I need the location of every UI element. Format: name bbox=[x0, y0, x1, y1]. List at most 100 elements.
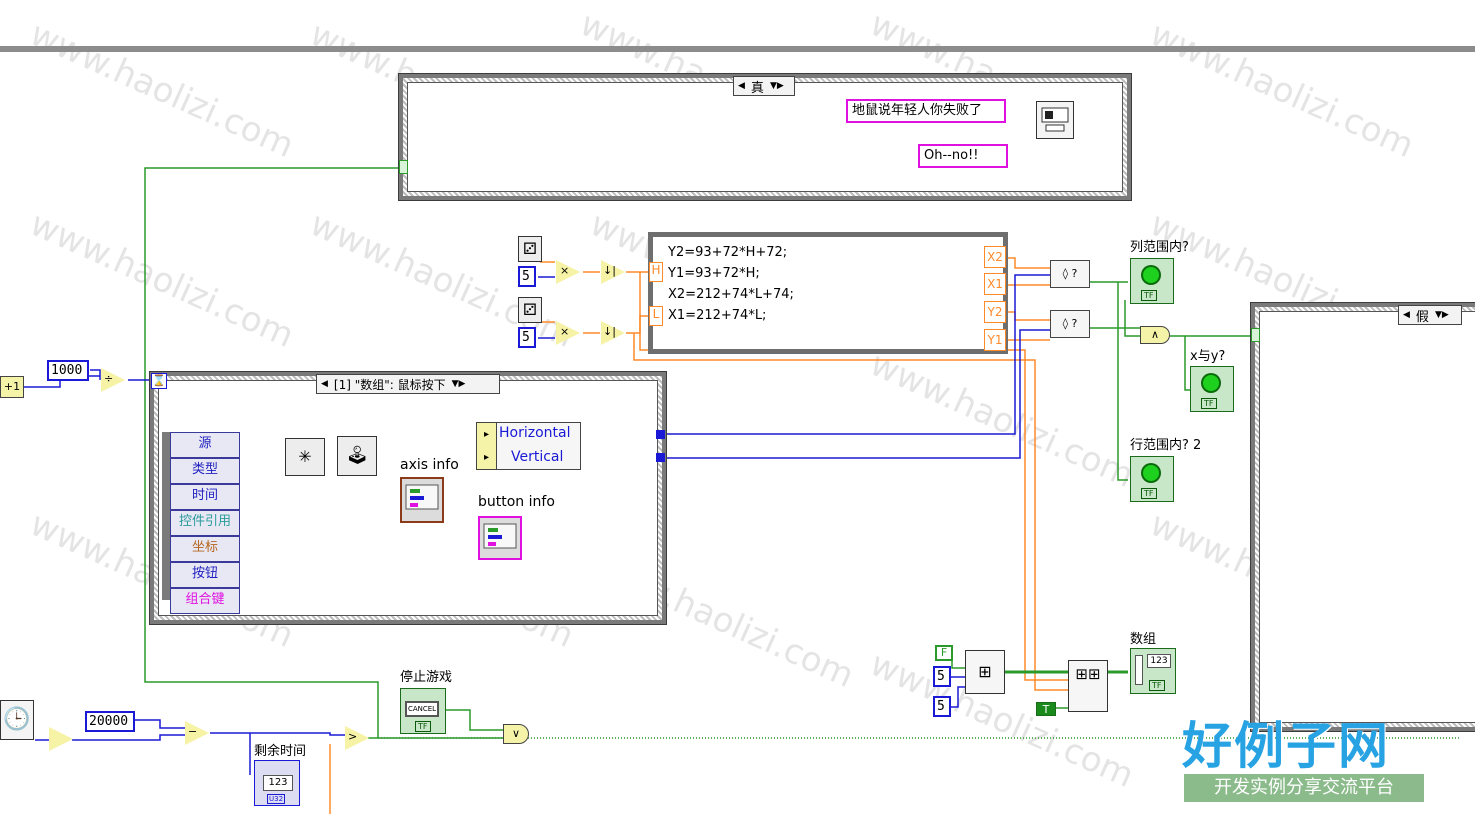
event-data-node: 源 类型 时间 控件引用 坐标 按钮 组合键 bbox=[170, 432, 240, 614]
dropdown-icon[interactable]: ▼▶ bbox=[1435, 310, 1449, 320]
divide-symbol: ÷ bbox=[104, 372, 114, 385]
dialog-box-icon bbox=[1041, 107, 1069, 132]
led-light bbox=[1203, 375, 1219, 391]
stop-game-button-terminal[interactable]: CANCEL TF bbox=[400, 688, 446, 734]
subtract-symbol: − bbox=[188, 725, 198, 738]
initialize-joystick-icon[interactable]: ✳ bbox=[285, 438, 325, 476]
formula-output-x2[interactable]: X2 bbox=[984, 246, 1006, 268]
case-selector-label: 假 bbox=[1415, 309, 1429, 325]
event-data-node-border bbox=[162, 432, 170, 600]
tick-count-clock-icon[interactable]: 🕒 bbox=[0, 700, 34, 740]
array-index-icon bbox=[1135, 655, 1143, 685]
event-data-ctlref[interactable]: 控件引用 bbox=[170, 510, 240, 536]
formula-line: X2=212+74*L+74; bbox=[668, 287, 794, 302]
unbundle-vertical[interactable]: Vertical bbox=[511, 449, 563, 465]
button-info-label: button info bbox=[478, 494, 555, 510]
brand-logo-text: 好例子网 bbox=[1182, 717, 1390, 775]
increment-node[interactable]: +1 bbox=[0, 376, 24, 398]
random-number-icon[interactable]: ⚂ bbox=[518, 236, 542, 262]
row-in-range-led[interactable]: TF bbox=[1130, 456, 1174, 502]
tunnel-vertical bbox=[656, 453, 665, 462]
button-info-cluster-icon[interactable] bbox=[478, 516, 522, 560]
case-structure-false-inner bbox=[1259, 311, 1475, 723]
cancel-button-icon: CANCEL bbox=[405, 701, 439, 717]
dialog-message-icon[interactable] bbox=[1036, 101, 1074, 139]
remaining-time-indicator[interactable]: 123 U32 bbox=[254, 760, 300, 806]
remaining-time-label: 剩余时间 bbox=[254, 744, 307, 759]
multiply-symbol: × bbox=[560, 325, 570, 338]
numeric-display-icon: 123 bbox=[263, 775, 293, 791]
numeric-constant-5[interactable]: 5 bbox=[933, 666, 951, 687]
acquire-joystick-icon[interactable]: 🕹 bbox=[337, 436, 377, 476]
case-selector-terminal[interactable] bbox=[1251, 328, 1260, 342]
col-in-range-led[interactable]: TF bbox=[1130, 258, 1174, 304]
numeric-constant-5[interactable]: 5 bbox=[518, 327, 536, 348]
and-node[interactable]: ∧ bbox=[1140, 326, 1170, 344]
boolean-constant-f[interactable]: F bbox=[935, 645, 953, 661]
in-range-coerce-node[interactable]: ◊ ? bbox=[1050, 260, 1090, 288]
axis-info-label: axis info bbox=[400, 457, 459, 473]
boolean-tf-icon: TF bbox=[1201, 398, 1217, 409]
numeric-constant-20000[interactable]: 20000 bbox=[85, 711, 135, 732]
numeric-constant-5[interactable]: 5 bbox=[933, 696, 951, 717]
dropdown-icon[interactable]: ▼▶ bbox=[452, 379, 466, 389]
row-in-range-label: 行范围内? 2 bbox=[1130, 438, 1202, 453]
case-structure-true-inner bbox=[407, 82, 1123, 192]
formula-output-y1[interactable]: Y1 bbox=[984, 329, 1006, 351]
multiply-symbol: × bbox=[560, 264, 570, 277]
brand-tagline: 开发实例分享交流平台 bbox=[1184, 774, 1424, 802]
event-data-time[interactable]: 时间 bbox=[170, 484, 240, 510]
case-selector-true[interactable]: ◀ 真 ▼▶ bbox=[733, 76, 795, 96]
unbundle-by-name-node[interactable]: ▸ ▸ Horizontal Vertical bbox=[476, 422, 581, 470]
decrement-icon[interactable]: ◀ bbox=[738, 81, 745, 91]
decrement-icon[interactable]: ◀ bbox=[321, 379, 328, 389]
boolean-tf-icon: TF bbox=[1141, 290, 1157, 301]
subtract-node[interactable] bbox=[49, 727, 73, 751]
formula-output-x1[interactable]: X1 bbox=[984, 273, 1006, 295]
col-in-range-label: 列范围内? bbox=[1130, 240, 1189, 255]
unbundle-horizontal[interactable]: Horizontal bbox=[499, 425, 570, 441]
case-selector-label: 真 bbox=[750, 80, 764, 96]
numeric-constant-1000[interactable]: 1000 bbox=[47, 360, 89, 381]
x-and-y-led[interactable]: TF bbox=[1190, 366, 1234, 412]
round-symbol: ↓| bbox=[603, 325, 616, 338]
array-element-icon: 123 bbox=[1147, 654, 1171, 668]
or-node[interactable]: ∨ bbox=[503, 724, 529, 744]
case-selector-false[interactable]: ◀ 假 ▼▶ bbox=[1398, 305, 1462, 325]
event-data-modifiers[interactable]: 组合键 bbox=[170, 588, 240, 614]
replace-array-subset-node[interactable]: ⊞⊞ bbox=[1068, 660, 1108, 712]
initialize-array-node[interactable]: ⊞ bbox=[965, 650, 1005, 694]
event-data-type[interactable]: 类型 bbox=[170, 458, 240, 484]
boolean-tf-icon: TF bbox=[415, 721, 431, 732]
string-constant-fail[interactable]: 地鼠说年轻人你失败了 bbox=[846, 99, 1006, 123]
random-number-icon[interactable]: ⚂ bbox=[518, 297, 542, 323]
event-selector-label: [1] "数组": 鼠标按下 bbox=[333, 377, 446, 392]
led-light bbox=[1143, 465, 1159, 481]
boolean-constant-t[interactable]: T bbox=[1036, 702, 1056, 716]
round-symbol: ↓| bbox=[603, 264, 616, 277]
led-light bbox=[1143, 267, 1159, 283]
tunnel-horizontal bbox=[656, 430, 665, 439]
event-selector[interactable]: ◀ [1] "数组": 鼠标按下 ▼▶ bbox=[316, 374, 500, 394]
string-constant-oh-no[interactable]: Oh--no!! bbox=[918, 144, 1008, 168]
numeric-constant-5[interactable]: 5 bbox=[518, 266, 536, 287]
event-data-coords[interactable]: 坐标 bbox=[170, 536, 240, 562]
array-indicator[interactable]: 123 TF bbox=[1130, 648, 1176, 694]
event-data-button[interactable]: 按钮 bbox=[170, 562, 240, 588]
formula-input-h[interactable]: H bbox=[649, 262, 663, 282]
formula-line: Y1=93+72*H; bbox=[668, 266, 760, 281]
array-label: 数组 bbox=[1130, 632, 1157, 647]
axis-info-cluster-icon[interactable] bbox=[400, 477, 444, 523]
unbundle-arrow-column: ▸ ▸ bbox=[477, 423, 497, 469]
decrement-icon[interactable]: ◀ bbox=[1403, 310, 1410, 320]
greater-than-symbol: > bbox=[348, 730, 358, 743]
dropdown-icon[interactable]: ▼▶ bbox=[770, 81, 784, 91]
in-range-coerce-node[interactable]: ◊ ? bbox=[1050, 310, 1090, 338]
stop-game-label: 停止游戏 bbox=[400, 670, 453, 685]
formula-line: X1=212+74*L; bbox=[668, 308, 767, 323]
event-data-source[interactable]: 源 bbox=[170, 432, 240, 458]
formula-input-l[interactable]: L bbox=[649, 306, 663, 326]
case-selector-terminal[interactable] bbox=[399, 160, 408, 174]
formula-output-y2[interactable]: Y2 bbox=[984, 301, 1006, 323]
timeout-hourglass-icon[interactable]: ⌛ bbox=[151, 373, 167, 389]
